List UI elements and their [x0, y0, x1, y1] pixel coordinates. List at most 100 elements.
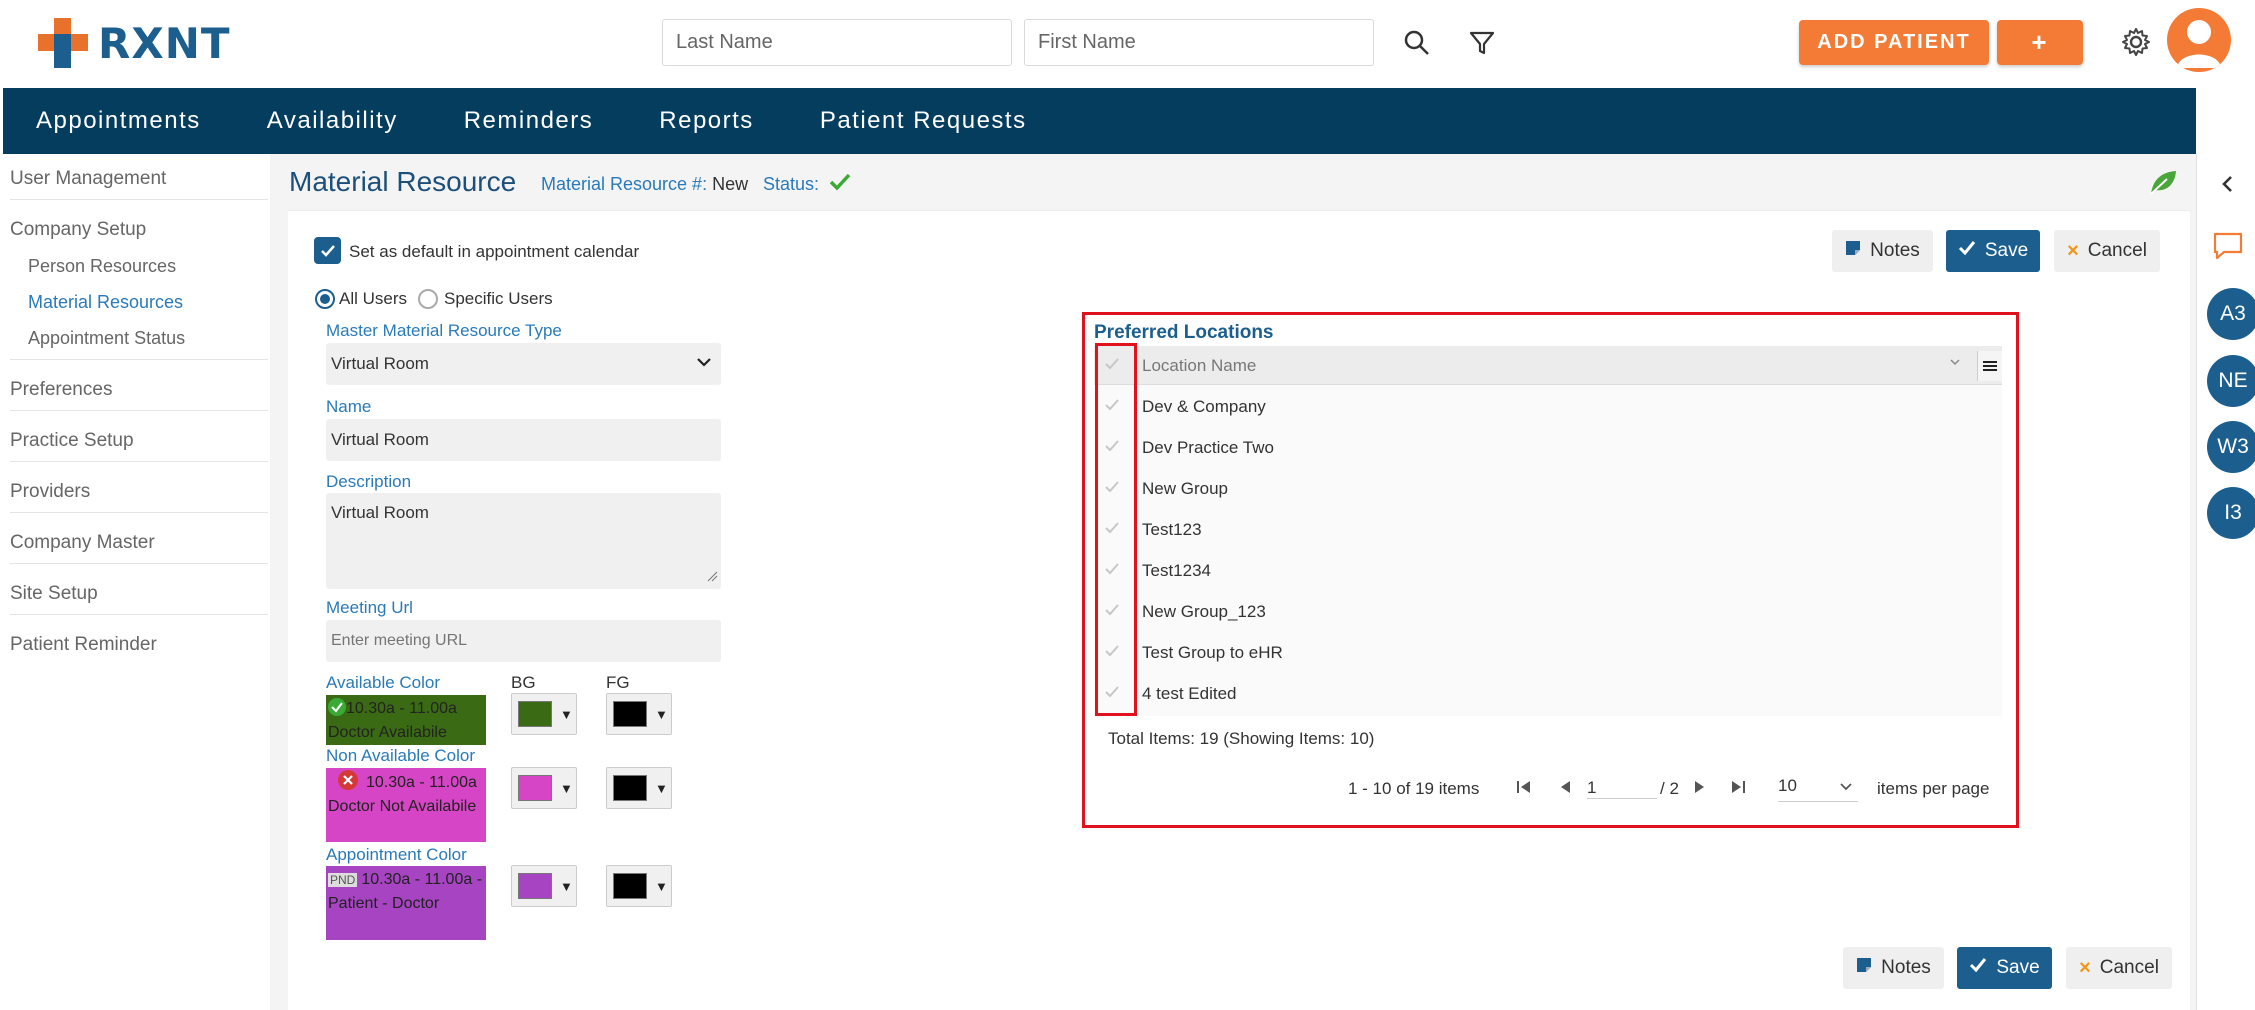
quick-add-button[interactable]: +	[1997, 20, 2083, 65]
color-swatch	[518, 873, 552, 899]
color-swatch	[613, 775, 647, 801]
cancel-button-top[interactable]: × Cancel	[2054, 230, 2160, 272]
save-label: Save	[1984, 240, 2029, 261]
chevron-down-icon	[695, 353, 713, 376]
cancel-label: Cancel	[2087, 240, 2147, 261]
logo-cross-icon	[38, 18, 88, 68]
rail-badge-w3[interactable]: W3	[2207, 421, 2255, 473]
caret-down-icon: ▼	[655, 878, 668, 894]
sidebar-item-site-setup[interactable]: Site Setup	[10, 583, 98, 605]
nav-reminders[interactable]: Reminders	[464, 107, 594, 135]
sidebar-item-person-resources[interactable]: Person Resources	[28, 256, 176, 277]
sidebar-item-material-resources[interactable]: Material Resources	[28, 292, 183, 313]
description-label: Description	[326, 472, 412, 491]
color-swatch	[518, 775, 552, 801]
nav-patient-requests[interactable]: Patient Requests	[820, 107, 1027, 135]
type-label: Master Material Resource Type	[326, 321, 562, 340]
sidebar-item-patient-reminder[interactable]: Patient Reminder	[10, 634, 157, 656]
nav-appointments[interactable]: Appointments	[36, 107, 201, 135]
leaf-icon[interactable]	[2147, 166, 2179, 203]
sidebar-item-company-setup[interactable]: Company Setup	[10, 219, 146, 241]
color-swatch	[613, 873, 647, 899]
last-name-input[interactable]	[662, 19, 1012, 66]
sidebar-item-company-master[interactable]: Company Master	[10, 532, 155, 554]
notes-label: Notes	[1881, 957, 1931, 978]
first-name-input[interactable]	[1024, 19, 1374, 66]
sidebar-item-providers[interactable]: Providers	[10, 481, 90, 503]
notes-button-bottom[interactable]: Notes	[1843, 947, 1944, 989]
right-rail: A3 NE W3 I3	[2196, 154, 2255, 1010]
notes-button-top[interactable]: Notes	[1832, 230, 1933, 272]
divider	[10, 359, 268, 360]
check-icon	[1969, 956, 1987, 980]
divider	[10, 410, 268, 411]
available-fg-picker[interactable]: ▼	[606, 693, 672, 735]
divider	[10, 512, 268, 513]
default-calendar-checkbox[interactable]	[314, 237, 341, 264]
non-available-fg-picker[interactable]: ▼	[606, 767, 672, 809]
non-available-bg-picker[interactable]: ▼	[511, 767, 577, 809]
resource-number-label: Material Resource #:	[541, 174, 708, 194]
name-input[interactable]: Virtual Room	[326, 419, 721, 461]
status-check-icon	[828, 170, 852, 199]
appointment-color-preview: PND 10.30a - 11.00a - Patient - Doctor	[326, 866, 486, 940]
save-button-top[interactable]: Save	[1946, 230, 2040, 272]
color-swatch	[613, 701, 647, 727]
close-icon: ×	[2067, 239, 2079, 262]
specific-users-label: Specific Users	[444, 289, 553, 308]
default-calendar-label: Set as default in appointment calendar	[349, 242, 640, 261]
logo-text: RXNT	[98, 18, 231, 68]
resource-number: Material Resource #: New	[541, 174, 748, 195]
sidebar-item-user-management[interactable]: User Management	[10, 168, 166, 190]
appointment-bg-picker[interactable]: ▼	[511, 865, 577, 907]
filter-icon[interactable]	[1465, 26, 1499, 60]
divider	[10, 563, 268, 564]
gear-icon[interactable]	[2119, 25, 2153, 59]
meeting-url-label: Meeting Url	[326, 598, 413, 617]
rail-badge-i3[interactable]: I3	[2207, 487, 2255, 539]
appointment-fg-picker[interactable]: ▼	[606, 865, 672, 907]
highlight-box-checkbox-column	[1095, 343, 1137, 716]
sidebar-item-practice-setup[interactable]: Practice Setup	[10, 430, 134, 452]
fg-label: FG	[606, 673, 630, 692]
check-icon	[1958, 239, 1976, 263]
color-swatch	[518, 701, 552, 727]
save-label: Save	[1996, 957, 2040, 978]
add-patient-button[interactable]: ADD PATIENT	[1799, 20, 1989, 65]
close-icon: ×	[2079, 956, 2091, 979]
highlight-box-preferred-locations	[1082, 312, 2019, 828]
caret-down-icon: ▼	[560, 706, 573, 722]
caret-down-icon: ▼	[560, 780, 573, 796]
rxnt-logo[interactable]: RXNT	[38, 18, 231, 68]
check-circle-icon	[328, 698, 346, 716]
available-bg-picker[interactable]: ▼	[511, 693, 577, 735]
non-available-color-preview: 10.30a - 11.00a Doctor Not Availabile	[326, 768, 486, 842]
search-icon[interactable]	[1400, 26, 1434, 60]
user-avatar[interactable]	[2167, 8, 2231, 72]
resize-handle-icon[interactable]	[706, 567, 718, 587]
rail-badge-a3[interactable]: A3	[2207, 288, 2255, 340]
main-nav: Appointments Availability Reminders Repo…	[3, 88, 2196, 154]
type-select[interactable]: Virtual Room	[326, 343, 721, 385]
nav-reports[interactable]: Reports	[659, 107, 754, 135]
divider	[10, 199, 268, 200]
top-header: RXNT ADD PATIENT +	[0, 0, 2255, 88]
sidebar-item-appointment-status[interactable]: Appointment Status	[28, 328, 185, 349]
nav-availability[interactable]: Availability	[267, 107, 398, 135]
rail-badge-ne[interactable]: NE	[2207, 355, 2255, 407]
available-color-preview: 10.30a - 11.00a Doctor Availabile	[326, 695, 486, 745]
bg-label: BG	[511, 673, 536, 692]
status-field: Status:	[763, 174, 819, 195]
x-circle-icon	[338, 770, 358, 790]
description-textarea[interactable]: Virtual Room	[326, 493, 721, 589]
available-preview-text: 10.30a - 11.00a Doctor Availabile	[328, 700, 457, 741]
chevron-left-icon[interactable]	[2219, 174, 2235, 199]
specific-users-radio[interactable]	[418, 289, 438, 309]
cancel-button-bottom[interactable]: × Cancel	[2066, 947, 2172, 989]
all-users-radio[interactable]	[315, 289, 335, 309]
save-button-bottom[interactable]: Save	[1957, 947, 2052, 989]
type-select-value: Virtual Room	[331, 354, 429, 373]
chat-icon[interactable]	[2212, 231, 2244, 266]
meeting-url-input[interactable]	[326, 620, 721, 662]
sidebar-item-preferences[interactable]: Preferences	[10, 379, 112, 401]
